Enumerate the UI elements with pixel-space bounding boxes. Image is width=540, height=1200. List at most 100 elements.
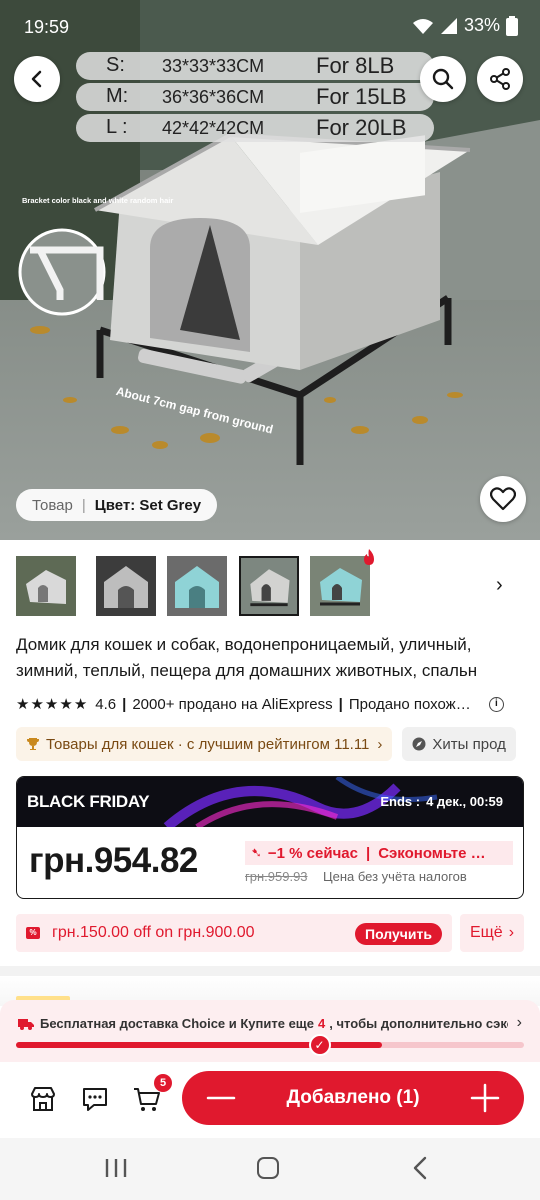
separator: | bbox=[338, 695, 343, 713]
product-page: 19:59 33% S: 33*33*33CM For 8LB M: 36*36… bbox=[0, 0, 540, 1200]
added-to-cart-control: Добавлено (1) bbox=[182, 1071, 524, 1125]
compass-icon bbox=[412, 737, 426, 751]
ranking-chip[interactable]: Хиты прод bbox=[402, 727, 516, 761]
size-table: S: 33*33*33CM For 8LB M: 36*36*36CM For … bbox=[76, 52, 434, 145]
discount-percent: −1 % сейчас bbox=[267, 844, 358, 862]
separator: | bbox=[365, 844, 371, 862]
size-name: L : bbox=[106, 116, 128, 138]
ranking-chip-label: Товары для кошек · с лучшим рейтингом 11… bbox=[46, 735, 370, 753]
shipping-suffix: , чтобы дополнительно сэконо… bbox=[329, 1016, 508, 1031]
wishlist-button[interactable] bbox=[480, 476, 526, 522]
size-row-l: L : 42*42*42CM For 20LB bbox=[76, 114, 434, 142]
size-weight: For 20LB bbox=[316, 115, 407, 140]
variant-pill[interactable]: Товар | Цвет: Set Grey bbox=[16, 489, 218, 521]
thumbnail[interactable] bbox=[96, 556, 156, 616]
size-dimensions: 36*36*36CM bbox=[162, 87, 265, 107]
thumbnail-image bbox=[167, 556, 227, 616]
status-bar: 19:59 33% bbox=[0, 0, 540, 56]
plus-icon[interactable] bbox=[470, 1083, 500, 1113]
chevron-right-icon: › bbox=[508, 924, 515, 941]
variant-label: Товар bbox=[32, 496, 73, 514]
check-icon: ✓ bbox=[308, 1034, 331, 1056]
info-icon[interactable]: i bbox=[488, 696, 504, 712]
back-icon[interactable] bbox=[410, 1156, 430, 1180]
thumbnail[interactable] bbox=[167, 556, 227, 616]
free-shipping-bar[interactable]: Бесплатная доставка Choice и Купите еще … bbox=[0, 1000, 540, 1062]
shipping-prefix: Бесплатная доставка Choice и Купите еще bbox=[40, 1016, 315, 1031]
savings: Сэкономьте … bbox=[378, 844, 486, 862]
signal-icon bbox=[440, 17, 457, 34]
variant-separator: | bbox=[81, 496, 86, 514]
ranking-chip[interactable]: Товары для кошек · с лучшим рейтингом 11… bbox=[16, 727, 393, 761]
chevron-right-icon[interactable]: › bbox=[496, 574, 503, 597]
star-icon: ★ bbox=[30, 695, 44, 713]
more-coupons-button[interactable]: Ещё › bbox=[460, 914, 524, 952]
thumbnail-image bbox=[96, 556, 156, 616]
thumbnail[interactable] bbox=[16, 556, 76, 616]
product-title: Домик для кошек и собак, водонепроницаем… bbox=[16, 635, 478, 680]
recents-icon[interactable] bbox=[104, 1158, 128, 1178]
fire-icon bbox=[364, 549, 374, 565]
coupon-icon: % bbox=[26, 927, 40, 939]
chevron-left-icon bbox=[31, 70, 42, 88]
size-row-m: M: 36*36*36CM For 15LB bbox=[76, 83, 434, 111]
shipping-progress: ✓ bbox=[16, 1034, 524, 1056]
thumbnail-selected[interactable] bbox=[239, 556, 299, 616]
size-row-s: S: 33*33*33CM For 8LB bbox=[76, 52, 434, 80]
thumbnail-image bbox=[241, 558, 297, 614]
status-icons: 33% bbox=[412, 15, 518, 36]
size-weight: For 15LB bbox=[316, 84, 407, 109]
chevron-right-icon: › bbox=[377, 735, 383, 753]
more-label: Ещё bbox=[469, 924, 503, 941]
coupon-text: грн.150.00 off on грн.900.00 bbox=[52, 924, 255, 941]
size-name: M: bbox=[106, 85, 129, 107]
truck-icon bbox=[18, 1018, 34, 1030]
star-half-icon: ★ bbox=[73, 695, 88, 713]
free-shipping-text: Бесплатная доставка Choice и Купите еще … bbox=[18, 1016, 508, 1031]
rating-value: 4.6 bbox=[95, 695, 117, 713]
thumbnail-image bbox=[16, 556, 76, 616]
chat-icon[interactable] bbox=[80, 1084, 110, 1114]
share-button[interactable] bbox=[477, 56, 523, 102]
shipping-count: 4 bbox=[318, 1016, 326, 1031]
thumbnail-strip bbox=[0, 552, 540, 620]
coupon-row[interactable]: % грн.150.00 off on грн.900.00 Получить bbox=[16, 914, 452, 952]
share-icon bbox=[490, 68, 510, 90]
black-friday-banner: BLACK FRIDAY Ends : 4 дек., 00:59 bbox=[17, 777, 523, 827]
price: грн.954.82 bbox=[29, 841, 198, 880]
ranking-chip-label: Хиты прод bbox=[432, 735, 506, 753]
wifi-icon bbox=[412, 18, 433, 34]
old-price: грн.959.93 bbox=[245, 869, 308, 884]
store-icon[interactable] bbox=[28, 1084, 58, 1114]
sold-similar: Продано похож… bbox=[348, 695, 471, 713]
tax-note: Цена без учёта налогов bbox=[323, 869, 467, 884]
discount-badge: ➷ −1 % сейчас | Сэкономьте … bbox=[245, 841, 513, 865]
back-button[interactable] bbox=[14, 56, 60, 102]
status-time: 19:59 bbox=[24, 17, 70, 37]
thumbnail[interactable] bbox=[310, 556, 370, 616]
trophy-icon bbox=[27, 738, 39, 750]
divider bbox=[0, 966, 540, 976]
rating-row[interactable]: ★ ★ ★ ★ ★ 4.6 | 2000+ продано на AliExpr… bbox=[16, 692, 526, 716]
system-navigation bbox=[0, 1138, 540, 1200]
sale-end-label: Ends : bbox=[380, 794, 421, 809]
size-weight: For 8LB bbox=[316, 53, 395, 78]
size-dimensions: 42*42*42CM bbox=[162, 118, 265, 138]
price-card: BLACK FRIDAY Ends : 4 дек., 00:59 грн.954… bbox=[16, 776, 524, 899]
chevron-right-icon: › bbox=[516, 1014, 522, 1031]
search-button[interactable] bbox=[420, 56, 466, 102]
get-coupon-button[interactable]: Получить bbox=[355, 923, 442, 945]
variant-value: Цвет: Set Grey bbox=[94, 496, 202, 514]
rating-stars: ★ ★ ★ ★ ★ bbox=[16, 697, 87, 712]
bracket-note: Bracket color black and white random hai… bbox=[22, 196, 174, 205]
separator: | bbox=[122, 695, 127, 713]
search-icon bbox=[432, 68, 454, 90]
size-name: S: bbox=[106, 54, 125, 76]
star-icon: ★ bbox=[59, 695, 73, 713]
battery-percent: 33% bbox=[463, 15, 500, 35]
sold-count: 2000+ продано на AliExpress bbox=[132, 695, 333, 713]
battery-icon bbox=[506, 15, 518, 36]
product-gallery[interactable]: 19:59 33% S: 33*33*33CM For 8LB M: 36*36… bbox=[0, 0, 540, 540]
home-icon[interactable] bbox=[257, 1157, 279, 1179]
star-icon: ★ bbox=[44, 695, 59, 713]
